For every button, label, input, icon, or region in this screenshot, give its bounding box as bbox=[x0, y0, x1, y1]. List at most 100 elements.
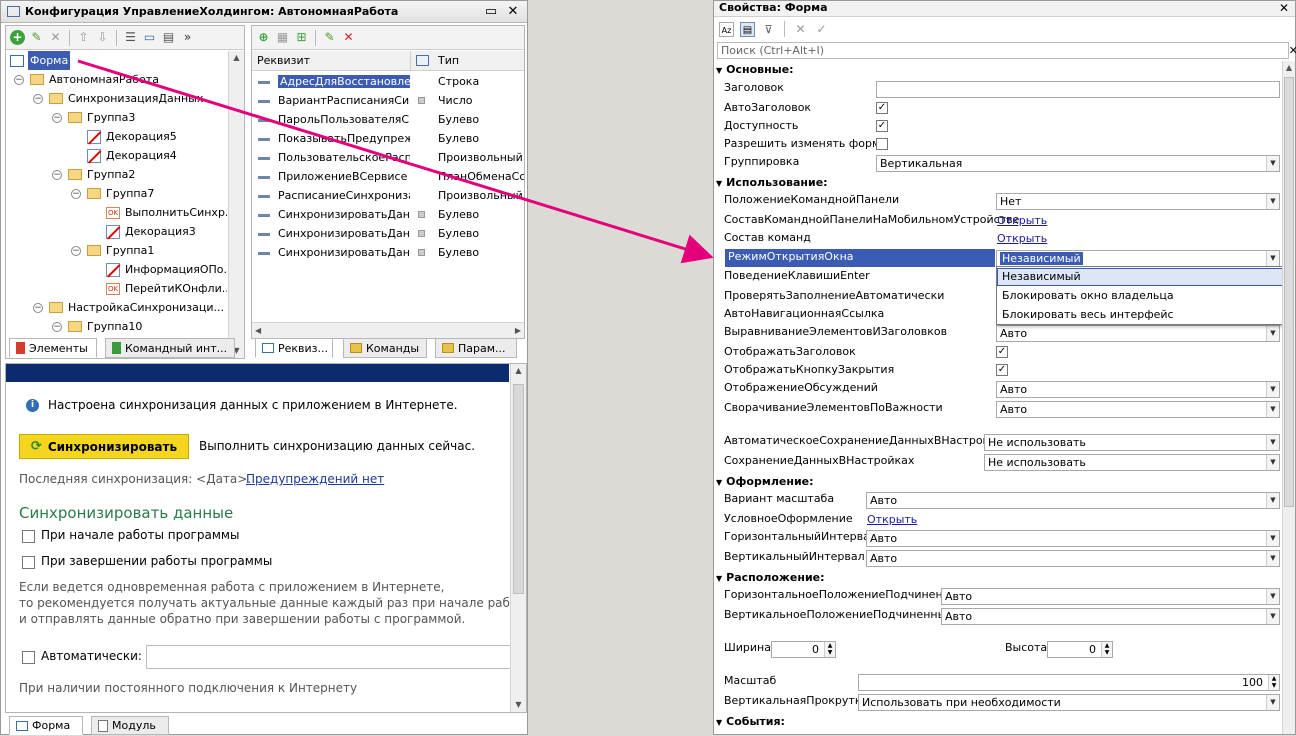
close-button[interactable]: ✕ bbox=[505, 4, 521, 19]
more-icon[interactable]: » bbox=[180, 30, 195, 45]
collapse-toggle-icon[interactable]: − bbox=[52, 169, 62, 180]
vert-prokr-select[interactable]: Использовать при необходимости ▼ bbox=[858, 694, 1280, 711]
tab-parameters[interactable]: Парам... bbox=[435, 338, 517, 358]
search-clear-icon[interactable]: ✕ bbox=[1289, 44, 1296, 57]
polozh-kp-select[interactable]: Нет ▼ bbox=[996, 193, 1280, 210]
vyravn-select[interactable]: Авто ▼ bbox=[996, 325, 1280, 342]
tree-item[interactable]: OK ПерейтиКОнфли... bbox=[90, 279, 227, 298]
autosave-select[interactable]: Не использовать ▼ bbox=[984, 434, 1280, 451]
tree-item[interactable]: − АвтономнаяРабота bbox=[14, 70, 159, 89]
dropdown-option[interactable]: Независимый bbox=[997, 268, 1290, 286]
attribute-row[interactable]: СинхронизироватьДанн... Булево bbox=[252, 243, 524, 262]
sostav-kom-link[interactable]: Открыть bbox=[997, 232, 1047, 245]
tree-scrollbar[interactable]: ▲ ▼ bbox=[228, 51, 244, 358]
attribute-row[interactable]: ПриложениеВСервисе ПланОбменаСсы bbox=[252, 167, 524, 186]
scroll-up-icon[interactable]: ▲ bbox=[229, 51, 244, 65]
auto-checkbox[interactable] bbox=[22, 651, 35, 664]
attribute-row[interactable]: СинхронизироватьДанн... Булево bbox=[252, 224, 524, 243]
layout-icon[interactable]: ▤ bbox=[161, 30, 176, 45]
zagolovok-input[interactable] bbox=[876, 81, 1280, 98]
delete-attribute-icon[interactable]: ✕ bbox=[341, 30, 356, 45]
autozag-checkbox[interactable]: ✓ bbox=[876, 102, 888, 114]
tab-command-interface[interactable]: Командный инт... bbox=[105, 338, 235, 358]
section-usage[interactable]: ▼ Использование: bbox=[716, 176, 828, 189]
tree-item[interactable]: − Группа1 bbox=[71, 241, 154, 260]
attribute-row[interactable]: ПоказыватьПредупреж... Булево bbox=[252, 129, 524, 148]
add-attribute-icon[interactable]: ⊕ bbox=[256, 30, 271, 45]
tree-item[interactable]: OK ВыполнитьСинхр... bbox=[90, 203, 227, 222]
dropdown-arrow-icon[interactable]: ▼ bbox=[1266, 695, 1279, 710]
masshtab-input[interactable]: 100 ▲ ▼ bbox=[858, 674, 1280, 691]
otobr-knopku-checkbox[interactable]: ✓ bbox=[996, 364, 1008, 376]
end-checkbox[interactable] bbox=[22, 556, 35, 569]
scroll-left-icon[interactable]: ◀ bbox=[255, 324, 261, 338]
clear-icon[interactable]: ✕ bbox=[793, 22, 808, 37]
scroll-right-icon[interactable]: ▶ bbox=[515, 324, 521, 338]
properties-titlebar[interactable]: Свойства: Форма ✕ bbox=[714, 1, 1295, 17]
spin-icon[interactable]: ▲ ▼ bbox=[1268, 675, 1279, 690]
uslovnoe-link[interactable]: Открыть bbox=[867, 513, 917, 526]
dropdown-arrow-icon[interactable]: ▼ bbox=[1266, 382, 1279, 397]
attributes-hscrollbar[interactable]: ◀ ▶ bbox=[252, 322, 524, 338]
categorized-icon[interactable]: ▤ bbox=[740, 21, 755, 37]
warnings-link[interactable]: Предупреждений нет bbox=[246, 472, 384, 486]
tab-elements[interactable]: Элементы bbox=[9, 338, 97, 358]
properties-scrollbar[interactable]: ▲ bbox=[1282, 61, 1295, 734]
maximize-button[interactable]: ▭ bbox=[483, 4, 499, 19]
dropdown-arrow-icon[interactable]: ▼ bbox=[1266, 402, 1279, 417]
scroll-thumb[interactable] bbox=[513, 384, 524, 594]
auto-schedule-field[interactable] bbox=[146, 645, 516, 669]
delete-icon[interactable]: ✕ bbox=[48, 30, 63, 45]
dropdown-arrow-icon[interactable]: ▼ bbox=[1266, 156, 1279, 171]
attribute-row[interactable]: СинхронизироватьДанн... Булево bbox=[252, 205, 524, 224]
attribute-row[interactable]: ПользовательскоеРасп... Произвольный bbox=[252, 148, 524, 167]
dostupnost-checkbox[interactable]: ✓ bbox=[876, 120, 888, 132]
column-header-type[interactable]: Тип bbox=[438, 54, 459, 67]
scroll-up-icon[interactable]: ▲ bbox=[1283, 61, 1295, 75]
sohranenie-select[interactable]: Не использовать ▼ bbox=[984, 454, 1280, 471]
spin-icon[interactable]: ▲ ▼ bbox=[824, 642, 835, 657]
configuration-window-titlebar[interactable]: Конфигурация УправлениеХолдингом: Автоно… bbox=[1, 1, 527, 23]
tree-item[interactable]: Форма bbox=[10, 51, 71, 70]
otobr-obsuzh-select[interactable]: Авто ▼ bbox=[996, 381, 1280, 398]
otobr-zag-checkbox[interactable]: ✓ bbox=[996, 346, 1008, 358]
attribute-row[interactable]: РасписаниеСинхрониза... Произвольный bbox=[252, 186, 524, 205]
tree-item[interactable]: Декорация5 bbox=[71, 127, 177, 146]
dropdown-arrow-icon[interactable]: ▼ bbox=[1266, 455, 1279, 470]
add-icon[interactable]: + bbox=[10, 30, 25, 45]
dropdown-arrow-icon[interactable]: ▼ bbox=[1266, 194, 1279, 209]
collapse-toggle-icon[interactable]: − bbox=[52, 321, 62, 332]
tree-item[interactable]: − НастройкаСинхронизаци... bbox=[33, 298, 224, 317]
tab-module[interactable]: Модуль bbox=[91, 716, 169, 735]
tree-item[interactable]: ИнформацияОПо... bbox=[90, 260, 227, 279]
section-design[interactable]: ▼ Оформление: bbox=[716, 475, 814, 488]
collapse-toggle-icon[interactable]: − bbox=[33, 302, 43, 313]
tab-form[interactable]: Форма bbox=[9, 716, 83, 735]
move-down-icon[interactable]: ⇩ bbox=[95, 30, 110, 45]
start-checkbox[interactable] bbox=[22, 530, 35, 543]
tree-item[interactable]: − Группа10 bbox=[52, 317, 142, 336]
dropdown-arrow-icon[interactable]: ▼ bbox=[1266, 609, 1279, 624]
collapse-toggle-icon[interactable]: − bbox=[71, 188, 81, 199]
display-icon[interactable]: ▭ bbox=[142, 30, 157, 45]
tree-item[interactable]: − Группа7 bbox=[71, 184, 154, 203]
dropdown-arrow-icon[interactable]: ▼ bbox=[1266, 589, 1279, 604]
gor-polozh-select[interactable]: Авто ▼ bbox=[941, 588, 1280, 605]
sort-alpha-icon[interactable]: Az bbox=[719, 21, 734, 37]
dropdown-arrow-icon[interactable]: ▼ bbox=[1266, 551, 1279, 566]
attribute-row[interactable]: ПарольПользователяС... Булево bbox=[252, 110, 524, 129]
razreshit-checkbox[interactable] bbox=[876, 138, 888, 150]
synchronize-button[interactable]: ⟳ Синхронизировать bbox=[19, 434, 189, 459]
check-icon[interactable]: ✓ bbox=[814, 22, 829, 37]
scroll-thumb[interactable] bbox=[1284, 77, 1294, 507]
rezhim-select[interactable]: Независимый ▼ bbox=[996, 250, 1280, 267]
tree-item[interactable]: − СинхронизацияДанных bbox=[33, 89, 203, 108]
list-icon[interactable]: ☰ bbox=[123, 30, 138, 45]
section-events[interactable]: ▼ События: bbox=[716, 715, 785, 728]
preview-scrollbar[interactable]: ▲ ▼ bbox=[510, 364, 526, 712]
column-header-name[interactable]: Реквизит bbox=[257, 54, 310, 67]
tree-item[interactable]: − Группа2 bbox=[52, 165, 135, 184]
attribute-row[interactable]: АдресДляВосстановле... Строка bbox=[252, 72, 524, 91]
dropdown-arrow-icon[interactable]: ▼ bbox=[1266, 251, 1279, 266]
collapse-toggle-icon[interactable]: − bbox=[71, 245, 81, 256]
